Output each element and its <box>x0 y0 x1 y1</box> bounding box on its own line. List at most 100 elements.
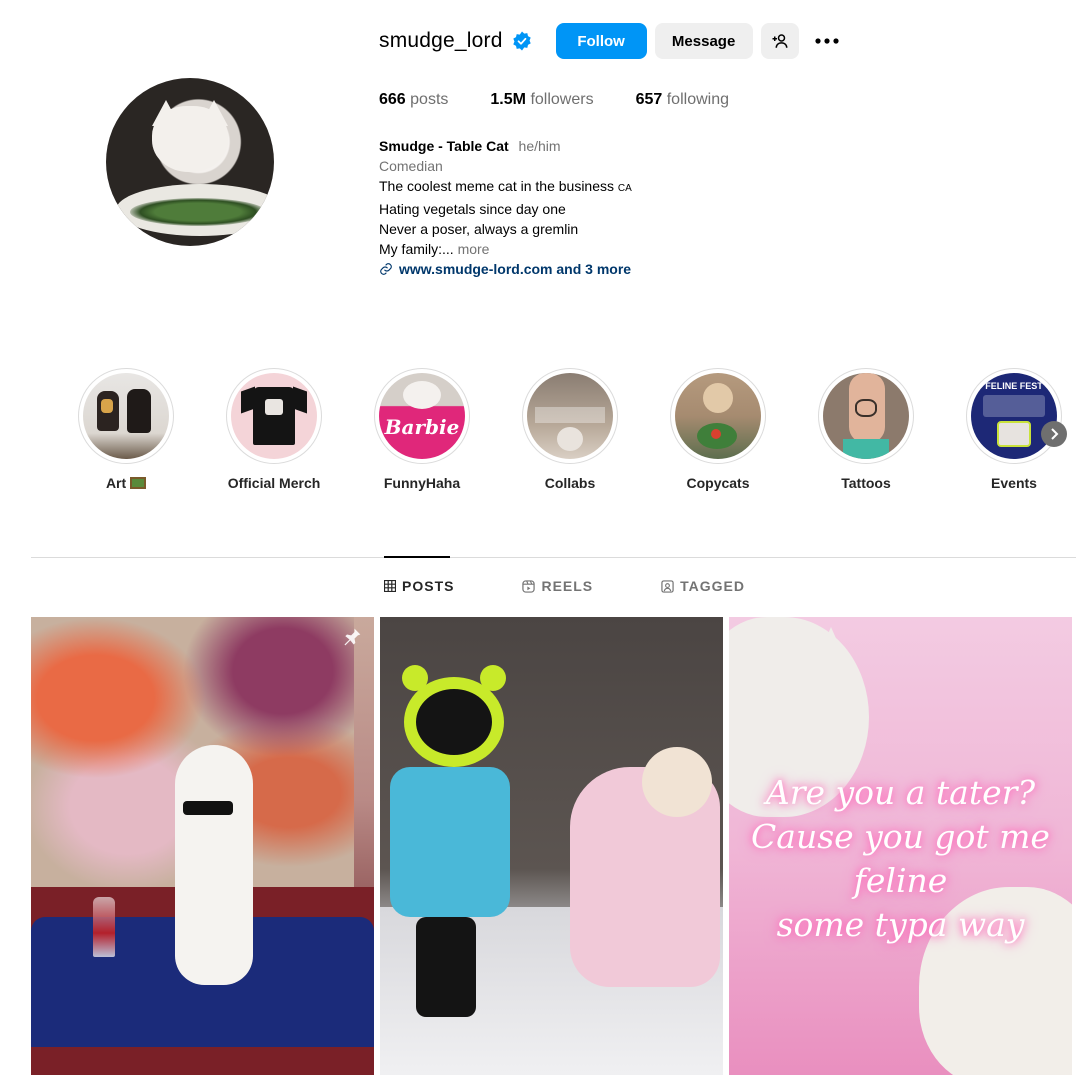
white-cat-head <box>642 747 712 817</box>
cat-ear <box>809 627 853 677</box>
highlight-copycats-image <box>675 373 761 459</box>
wine-glass <box>93 897 115 957</box>
frog-hat-eye <box>480 665 506 691</box>
follow-button[interactable]: Follow <box>555 23 647 59</box>
highlight-label: FunnyHaha <box>383 475 461 491</box>
black-cat-legs <box>416 917 476 1017</box>
profile-category: Comedian <box>379 158 443 174</box>
followers-count[interactable]: 1.5M followers <box>490 91 593 109</box>
barbie-logo-text: Barbie <box>384 415 460 439</box>
tab-posts[interactable]: POSTS <box>384 576 454 596</box>
chevron-right-icon <box>1051 428 1059 440</box>
profile-username: smudge_lord <box>379 29 503 52</box>
verified-badge-icon <box>512 31 531 51</box>
bio-external-link[interactable]: www.smudge-lord.com and 3 more <box>379 259 632 279</box>
highlight-official-merch[interactable]: Official Merch <box>200 368 348 492</box>
avatar-cat-head <box>152 106 228 172</box>
display-name: Smudge - Table Cat <box>379 138 509 154</box>
following-count-label: following <box>666 91 729 108</box>
highlight-label: Tattoos <box>841 475 891 491</box>
profile-tabs: POSTS REELS TAGGED <box>384 576 813 596</box>
posts-count: 666 posts <box>379 91 448 109</box>
tabs-divider <box>31 557 1076 558</box>
highlight-collabs[interactable]: Collabs <box>496 368 644 492</box>
post-tile[interactable]: Are you a tater? Cause you got me feline… <box>729 617 1072 1075</box>
highlight-ring: FELINE FEST <box>966 368 1062 464</box>
highlight-label: Official Merch <box>227 475 321 491</box>
bio-link-text: www.smudge-lord.com and 3 more <box>399 261 632 277</box>
more-options-button[interactable] <box>813 23 841 59</box>
tagged-icon <box>661 579 674 593</box>
white-cat <box>175 745 253 985</box>
bio-line-3: Never a poser, always a gremlin <box>379 221 579 237</box>
highlight-merch-image <box>231 373 317 459</box>
following-count-value: 657 <box>635 91 663 108</box>
highlight-ring: Barbie <box>374 368 470 464</box>
overlay-line-1: Are you a tater? <box>765 773 1036 812</box>
bio-line-4-text: My family:... <box>379 241 454 257</box>
highlight-funnyhaha-image: Barbie <box>379 373 465 459</box>
overlay-line-2: Cause you got me feline <box>751 817 1050 900</box>
frog-hat-eye <box>402 665 428 691</box>
followers-count-label: followers <box>530 91 594 108</box>
highlight-ring <box>78 368 174 464</box>
highlight-art-image <box>83 373 169 459</box>
post-tile[interactable] <box>380 617 723 1075</box>
more-options-icon <box>815 38 839 44</box>
highlight-label: Art <box>52 474 200 492</box>
following-count[interactable]: 657 following <box>636 91 729 109</box>
pinned-post-icon <box>344 628 361 646</box>
profile-topline: smudge_lord Follow Message <box>379 22 841 60</box>
highlight-label: Events <box>991 475 1037 491</box>
bio-more-link[interactable]: more <box>458 241 490 257</box>
highlight-ring <box>818 368 914 464</box>
tab-reels[interactable]: REELS <box>522 576 593 596</box>
active-tab-indicator <box>384 556 450 558</box>
highlight-collabs-image <box>527 373 613 459</box>
tab-tagged[interactable]: TAGGED <box>661 576 745 596</box>
highlight-ring <box>226 368 322 464</box>
bow-tie <box>183 801 233 815</box>
avatar-salad <box>130 198 266 226</box>
highlight-ring <box>522 368 618 464</box>
highlight-art-label: Art <box>105 475 127 491</box>
highlight-tattoos-image <box>823 373 909 459</box>
link-icon <box>380 263 392 275</box>
posts-count-value: 666 <box>379 91 406 108</box>
profile-stats: 666 posts 1.5M followers 657 following <box>379 91 771 109</box>
feline-fest-logo-text: FELINE FEST <box>985 381 1043 391</box>
post-tile[interactable] <box>31 617 374 1075</box>
tab-reels-label: REELS <box>541 578 594 594</box>
tab-posts-label: POSTS <box>402 578 455 594</box>
posts-count-label: posts <box>410 91 449 108</box>
message-button[interactable]: Message <box>654 23 753 59</box>
highlight-art[interactable]: Art <box>52 368 200 492</box>
post-overlay-text: Are you a tater? Cause you got me feline… <box>729 771 1072 947</box>
highlight-label: Collabs <box>544 475 596 491</box>
blue-towel <box>390 767 510 917</box>
grid-icon <box>384 580 396 592</box>
story-highlights: Art Official Merch Barbie FunnyHaha Coll… <box>58 368 1088 498</box>
highlight-funnyhaha[interactable]: Barbie FunnyHaha <box>348 368 496 492</box>
highlight-label: Copycats <box>686 475 750 491</box>
highlight-tattoos[interactable]: Tattoos <box>792 368 940 492</box>
bio-line-1-suffix: CA <box>617 183 632 194</box>
bio-line-2: Hating vegetals since day one <box>379 201 566 217</box>
highlights-next-button[interactable] <box>1041 421 1067 447</box>
highlight-copycats[interactable]: Copycats <box>644 368 792 492</box>
profile-avatar[interactable] <box>106 78 274 246</box>
pronouns: he/him <box>518 138 561 154</box>
reels-icon <box>522 579 536 593</box>
highlight-events-image: FELINE FEST <box>971 373 1057 459</box>
highlight-ring <box>670 368 766 464</box>
tab-tagged-label: TAGGED <box>680 578 746 594</box>
bio-line-1: The coolest meme cat in the business CA <box>379 176 632 199</box>
framed-picture-emoji-icon <box>130 477 147 489</box>
bio-line-4: My family:... more <box>379 239 632 259</box>
followers-count-value: 1.5M <box>490 91 526 108</box>
bio-name-line: Smudge - Table Cat he/him <box>379 136 632 156</box>
overlay-line-3: some typa way <box>776 905 1025 944</box>
profile-bio: Smudge - Table Cat he/him Comedian The c… <box>379 136 632 279</box>
bio-line-1-text: The coolest meme cat in the business <box>379 178 615 194</box>
suggested-accounts-button[interactable] <box>760 23 799 59</box>
